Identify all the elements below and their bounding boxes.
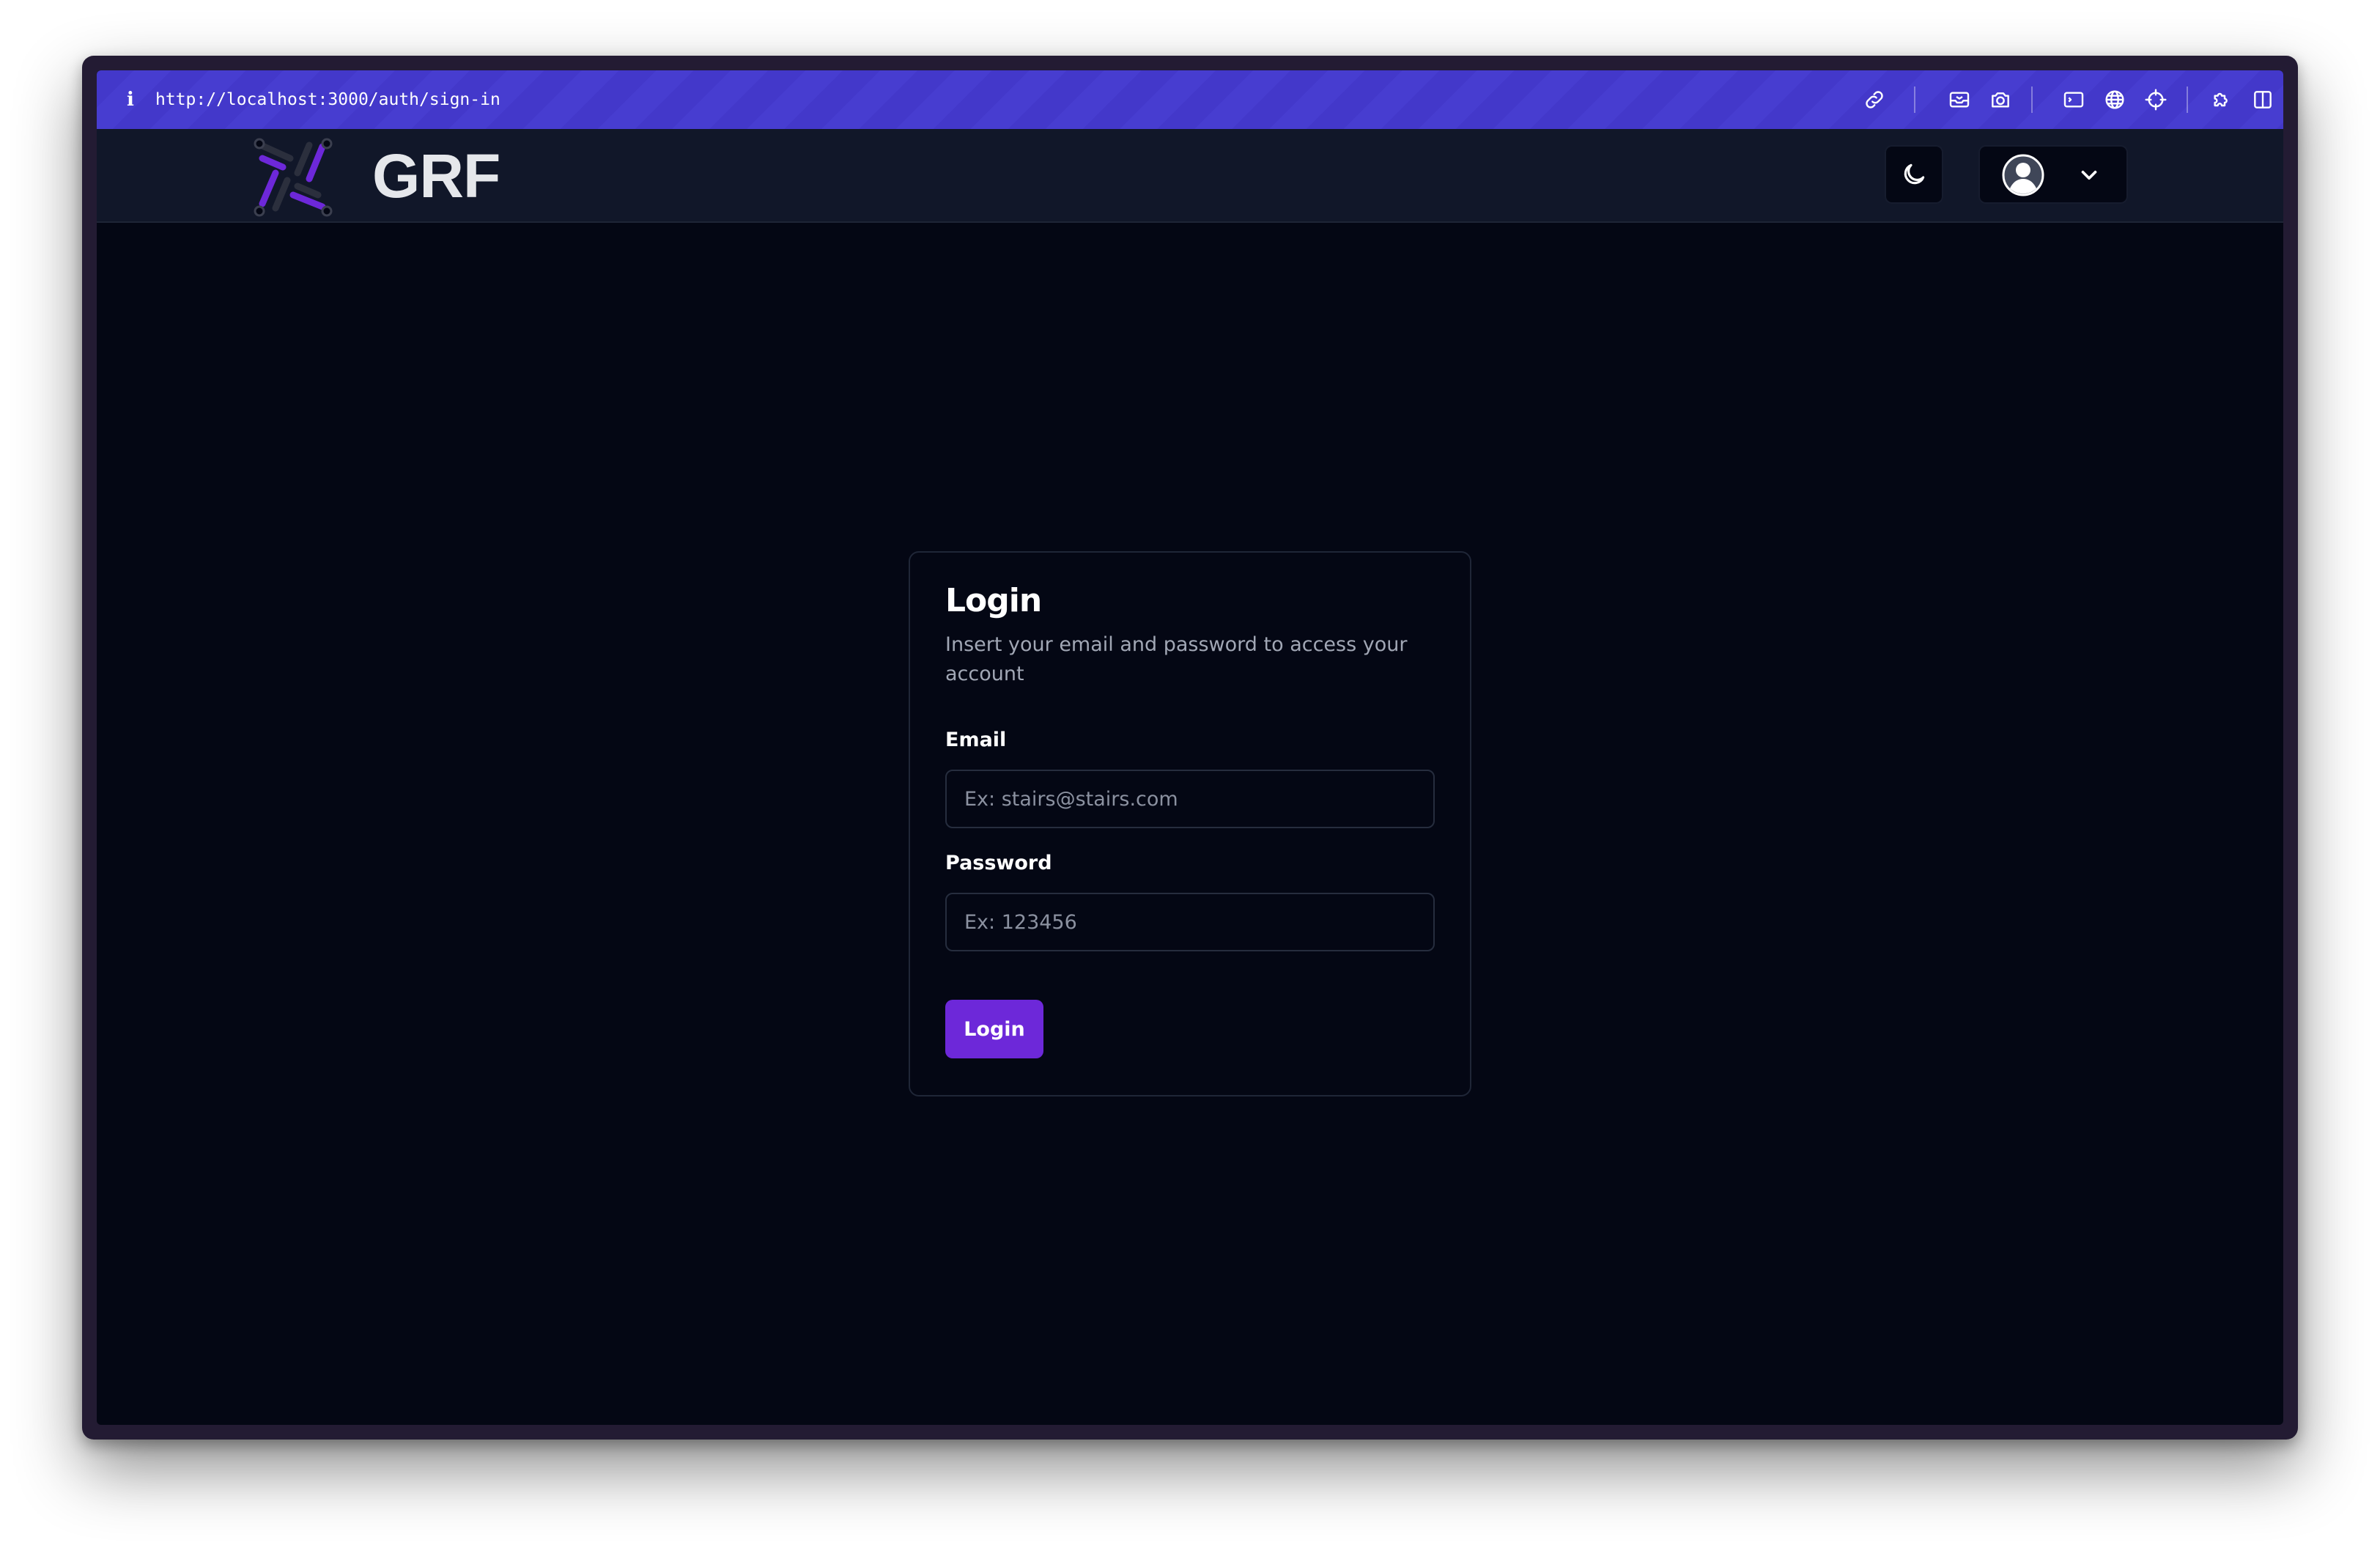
- extension-icon[interactable]: [2207, 85, 2236, 114]
- toolbar-separator: [2187, 86, 2188, 113]
- brand-name: GRF: [372, 141, 500, 210]
- login-card: Login Insert your email and password to …: [909, 551, 1471, 1096]
- url-text[interactable]: http://localhost:3000/auth/sign-in: [155, 70, 500, 129]
- info-icon[interactable]: i: [116, 85, 145, 114]
- terminal-icon[interactable]: [2059, 85, 2088, 114]
- toolbar-separator: [2031, 86, 2033, 113]
- app-navbar: GRF: [97, 129, 2283, 223]
- browser-window: i http://localhost:3000/auth/sign-in GRF…: [82, 56, 2298, 1440]
- crosshair-icon[interactable]: [2141, 85, 2170, 114]
- email-label: Email: [945, 729, 1007, 751]
- user-avatar-icon: [2002, 154, 2044, 196]
- browser-viewport: i http://localhost:3000/auth/sign-in GRF…: [97, 70, 2283, 1425]
- url-bar: i http://localhost:3000/auth/sign-in: [97, 70, 2283, 129]
- moon-icon: [1904, 163, 1925, 185]
- globe-icon[interactable]: [2100, 85, 2129, 114]
- email-field[interactable]: [945, 770, 1435, 828]
- toolbar-separator: [1914, 86, 1915, 113]
- theme-toggle-button[interactable]: [1885, 145, 1943, 204]
- login-subtitle: Insert your email and password to access…: [945, 633, 1408, 685]
- link-icon[interactable]: [1860, 85, 1889, 114]
- login-button[interactable]: Login: [945, 1000, 1043, 1058]
- camera-icon[interactable]: [1986, 85, 2015, 114]
- chevron-down-icon: [2081, 170, 2097, 180]
- logo-icon[interactable]: [252, 136, 334, 218]
- login-title: Login: [945, 582, 1042, 619]
- password-label: Password: [945, 852, 1052, 874]
- user-menu-button[interactable]: [1978, 145, 2128, 204]
- password-field[interactable]: [945, 893, 1435, 951]
- inbox-icon[interactable]: [1945, 85, 1974, 114]
- split-view-icon[interactable]: [2248, 85, 2277, 114]
